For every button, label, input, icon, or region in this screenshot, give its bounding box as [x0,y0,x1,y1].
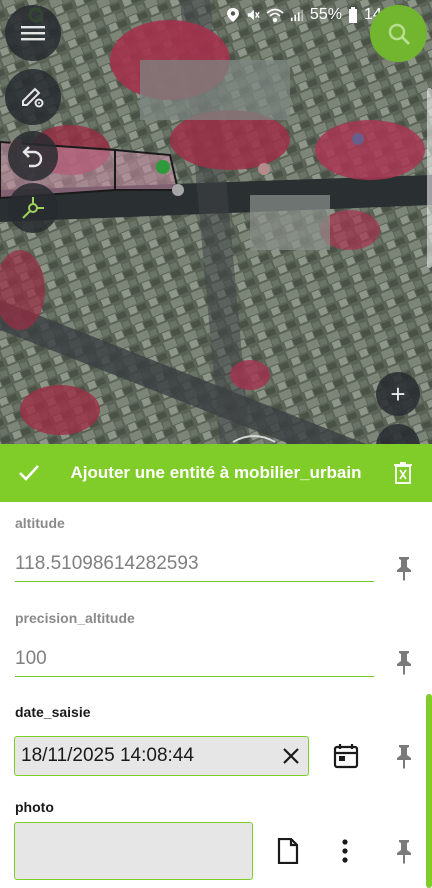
search-icon [388,23,410,45]
pin-icon[interactable] [393,838,415,864]
snapping-icon [22,197,44,219]
photo-field[interactable] [14,822,253,880]
pencil-gear-icon [22,87,44,108]
date-saisie-field[interactable]: 18/11/2025 14:08:44 [14,736,309,776]
more-vert-icon[interactable] [335,838,355,864]
menu-button[interactable] [5,5,61,61]
location-icon [226,8,239,22]
trash-icon [394,462,412,484]
form-scrollbar[interactable] [426,694,432,888]
form-title: Ajouter une entité à mobilier_urbain [70,463,362,482]
delete-button[interactable] [374,444,432,502]
confirm-button[interactable] [0,444,58,502]
altitude-field[interactable]: 118.51098614282593 [15,544,374,582]
search-button[interactable] [370,5,427,62]
battery-percent: 55% [309,6,342,23]
feature-form: altitude 118.51098614282593 precision_al… [0,502,432,888]
pin-icon[interactable] [393,743,415,769]
close-icon[interactable] [282,747,300,765]
digitize-settings-button[interactable] [5,69,61,125]
calendar-icon[interactable] [333,743,359,769]
hamburger-menu-icon [21,26,45,41]
aerial-imagery [0,0,432,444]
battery-icon [348,7,357,23]
zoom-in-button[interactable]: + [376,372,420,416]
field-label-photo: photo [15,799,54,815]
plus-icon: + [390,379,406,409]
undo-icon [22,146,43,168]
checkmark-icon [19,465,39,481]
form-header: Ajouter une entité à mobilier_urbain [0,444,432,502]
status-bar: 55% 14:09 [0,0,432,30]
field-label-date-saisie: date_saisie [15,704,91,720]
undo-button[interactable] [8,131,58,181]
precision-altitude-field[interactable]: 100 [15,639,374,677]
map-canvas[interactable]: 55% 14:09 [0,0,432,444]
field-label-precision-altitude: precision_altitude [15,610,135,626]
signal-icon [290,9,304,22]
field-label-altitude: altitude [15,515,65,531]
snapping-button[interactable] [8,183,58,233]
pin-icon[interactable] [393,649,415,675]
map-scrollbar [427,88,432,268]
wifi-icon [266,8,284,22]
mute-icon [247,9,260,21]
pin-icon[interactable] [393,555,415,581]
file-icon[interactable] [276,838,300,864]
